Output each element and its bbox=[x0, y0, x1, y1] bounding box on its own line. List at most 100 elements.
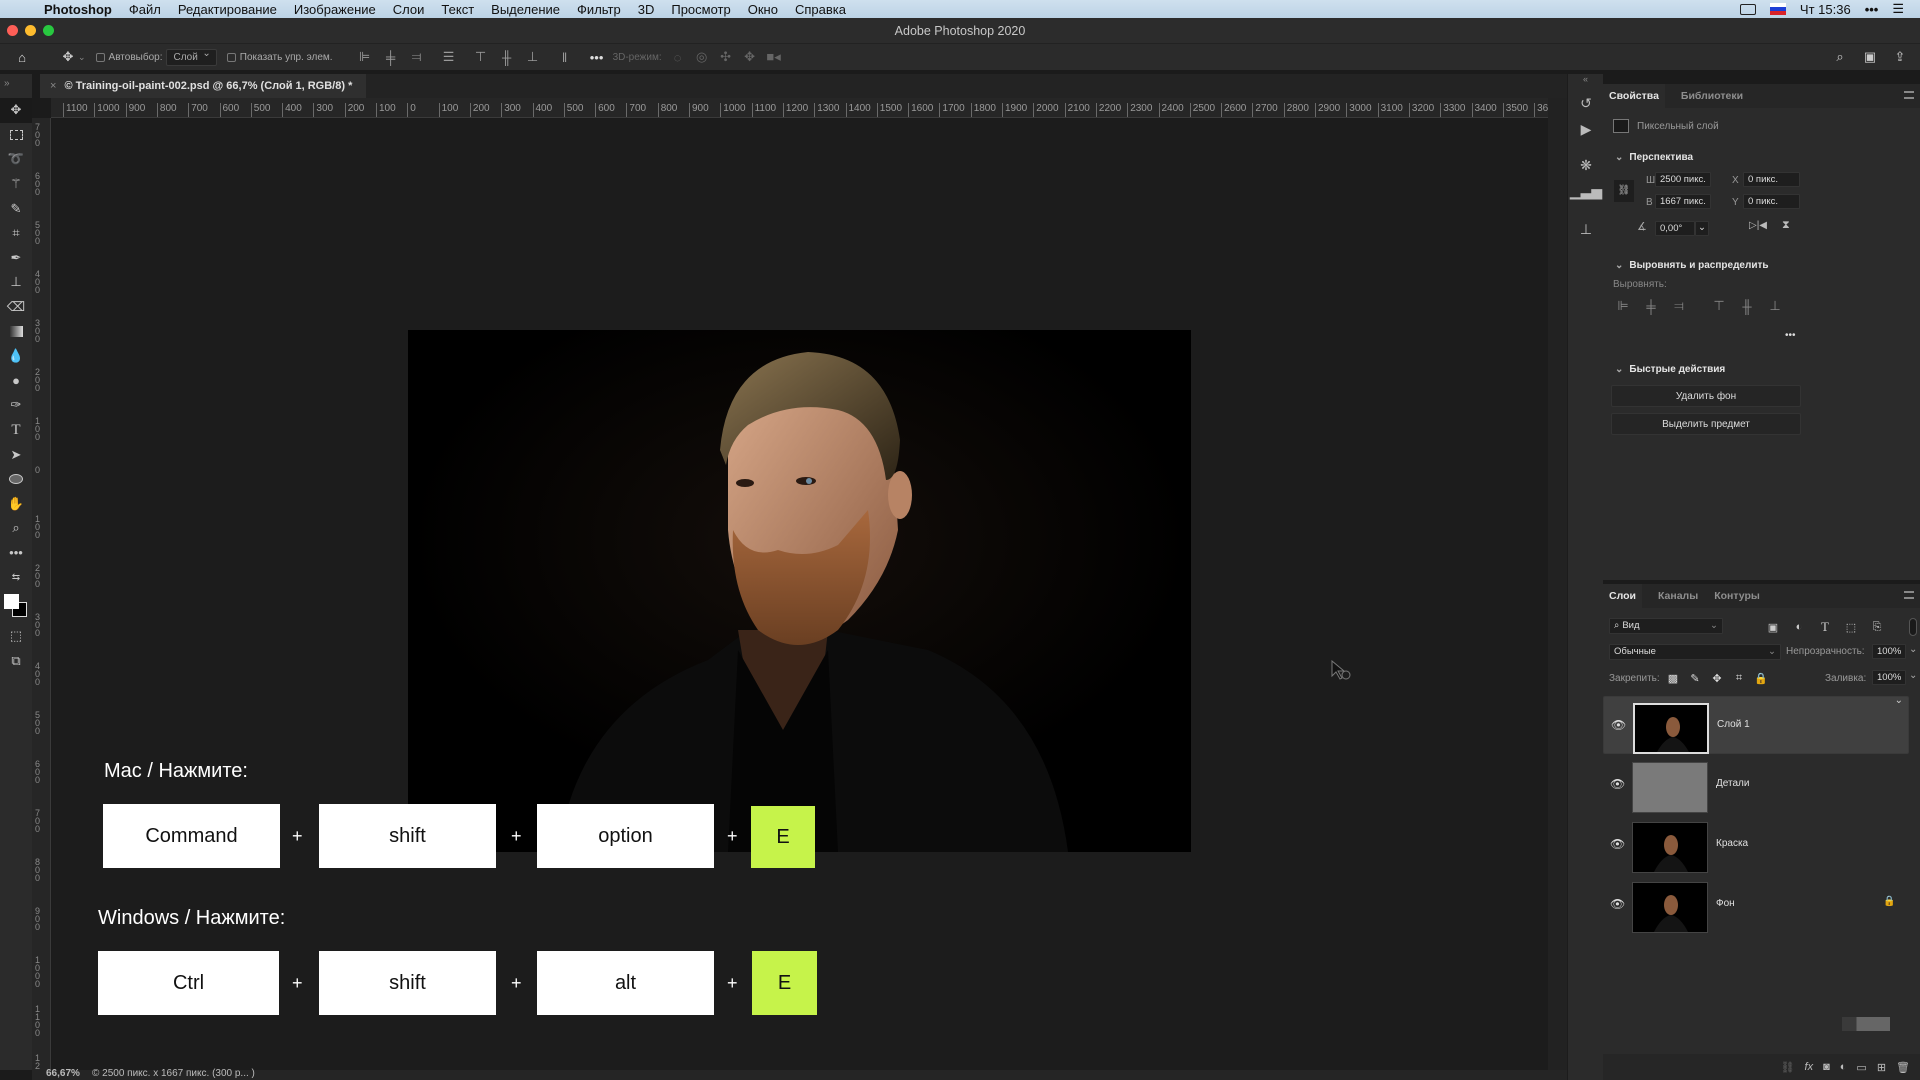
lock-all-icon[interactable]: 🔒 bbox=[1751, 668, 1771, 688]
type-tool-icon[interactable]: T bbox=[0, 418, 32, 443]
menu-edit[interactable]: Редактирование bbox=[178, 2, 277, 17]
menu-image[interactable]: Изображение bbox=[294, 2, 376, 17]
visibility-eye-icon[interactable]: 👁 bbox=[1610, 777, 1626, 793]
visibility-eye-icon[interactable]: 👁 bbox=[1610, 897, 1626, 913]
section-align[interactable]: ⌄ Выровнять и распределить bbox=[1615, 260, 1769, 271]
zoom-tool-icon[interactable]: ⌕ bbox=[0, 516, 32, 541]
align-left-icon[interactable]: ⊫ bbox=[355, 47, 375, 67]
menu-help[interactable]: Справка bbox=[795, 2, 846, 17]
align-right-icon[interactable]: ⫤ bbox=[1669, 296, 1689, 316]
menu-view[interactable]: Просмотр bbox=[671, 2, 730, 17]
ellipse-tool-icon[interactable] bbox=[0, 467, 32, 492]
layer-filter-dropdown[interactable]: ⌕ Вид ⌄ bbox=[1609, 618, 1723, 634]
adjustments-icon[interactable]: ❋ bbox=[1568, 152, 1604, 178]
menu-app-photoshop[interactable]: Photoshop bbox=[44, 2, 112, 17]
layer-row[interactable]: 👁 Фон 🔒 bbox=[1603, 876, 1909, 934]
link-layers-icon[interactable]: ⛓ bbox=[1781, 1061, 1795, 1074]
3d-camera-icon[interactable]: ■◂ bbox=[764, 47, 784, 67]
width-field[interactable]: 2500 пикс. bbox=[1655, 172, 1711, 187]
more-icon[interactable]: ••• bbox=[1865, 2, 1879, 17]
eraser-tool-icon[interactable]: ⌫ bbox=[0, 295, 32, 320]
layer-name[interactable]: Фон bbox=[1716, 898, 1735, 909]
new-adjustment-layer-icon[interactable]: ◐ bbox=[1840, 1061, 1847, 1073]
flip-vertical-icon[interactable]: ⧗ bbox=[1782, 219, 1790, 232]
move-tool-preset-icon[interactable]: ✥ bbox=[58, 47, 78, 67]
3d-slide-icon[interactable]: ✥ bbox=[740, 47, 760, 67]
crop-tool-icon[interactable]: ⌗ bbox=[0, 221, 32, 246]
hand-tool-icon[interactable]: ✋ bbox=[0, 492, 32, 517]
new-layer-icon[interactable]: ⊞ bbox=[1877, 1061, 1886, 1074]
align-vcenter-icon[interactable]: ╫ bbox=[1737, 296, 1757, 316]
more-align-options-icon[interactable]: ••• bbox=[1785, 330, 1796, 341]
3d-pan-icon[interactable]: ✣ bbox=[716, 47, 736, 67]
home-icon[interactable]: ⌂ bbox=[12, 47, 32, 67]
menubar-clock[interactable]: Чт 15:36 bbox=[1800, 2, 1851, 17]
more-options-icon[interactable]: ••• bbox=[587, 47, 607, 67]
share-icon[interactable]: ⇪ bbox=[1890, 47, 1910, 67]
distribute-horizontal-icon[interactable]: ‖ bbox=[555, 47, 575, 67]
eyedropper-tool-icon[interactable]: ✒ bbox=[0, 246, 32, 271]
align-bottom-icon[interactable]: ⊥ bbox=[523, 47, 543, 67]
auto-select-checkbox[interactable] bbox=[95, 52, 105, 62]
panel-menu-icon[interactable] bbox=[1904, 591, 1914, 599]
3d-roll-icon[interactable]: ◎ bbox=[692, 47, 712, 67]
align-bottom-icon[interactable]: ⊥ bbox=[1765, 296, 1785, 316]
menu-filter[interactable]: Фильтр bbox=[577, 2, 621, 17]
angle-field[interactable]: 0,00° bbox=[1655, 221, 1695, 236]
swap-colors-icon[interactable]: ⇆ bbox=[0, 565, 32, 590]
section-perspective[interactable]: ⌄ Перспектива bbox=[1615, 152, 1693, 163]
add-mask-icon[interactable]: ◙ bbox=[1823, 1061, 1830, 1073]
menu-window[interactable]: Окно bbox=[748, 2, 778, 17]
collapse-panels-icon[interactable]: « bbox=[1568, 74, 1603, 84]
angle-dropdown[interactable]: ⌄ bbox=[1695, 221, 1709, 236]
distribute-vertical-icon[interactable]: ☰ bbox=[439, 47, 459, 67]
brush-tool-icon[interactable]: ✎ bbox=[0, 196, 32, 221]
search-icon[interactable]: ⌕ bbox=[1830, 47, 1850, 67]
visibility-eye-icon[interactable]: 👁 bbox=[1610, 837, 1626, 853]
tab-libraries[interactable]: Библиотеки bbox=[1681, 90, 1743, 102]
filter-adjustment-icon[interactable]: ◐ bbox=[1789, 617, 1809, 637]
tab-layers[interactable]: Слои bbox=[1603, 584, 1642, 608]
menu-type[interactable]: Текст bbox=[441, 2, 474, 17]
tab-channels[interactable]: Каналы bbox=[1658, 590, 1698, 602]
filter-shape-icon[interactable]: ⬚ bbox=[1841, 617, 1861, 637]
histogram-icon[interactable]: ▁▃▅ bbox=[1568, 178, 1604, 204]
panel-menu-icon[interactable] bbox=[1904, 91, 1914, 99]
lock-artboard-icon[interactable]: ⌗ bbox=[1729, 668, 1749, 688]
delete-layer-icon[interactable]: 🗑 bbox=[1896, 1061, 1910, 1074]
close-tab-icon[interactable]: × bbox=[50, 80, 56, 92]
lock-position-icon[interactable]: ✥ bbox=[1707, 668, 1727, 688]
filter-type-icon[interactable]: T bbox=[1815, 617, 1835, 637]
layer-name[interactable]: Краска bbox=[1716, 838, 1748, 849]
menu-layer[interactable]: Слои bbox=[393, 2, 425, 17]
gradient-tool-icon[interactable] bbox=[0, 319, 32, 344]
opacity-field[interactable]: 100% bbox=[1872, 644, 1906, 659]
lasso-tool-icon[interactable]: ➰ bbox=[0, 147, 32, 172]
magic-wand-tool-icon[interactable]: ⚚ bbox=[0, 172, 32, 197]
layer-row[interactable]: 👁 Детали bbox=[1603, 756, 1909, 814]
layer-row[interactable]: 👁 Слой 1 bbox=[1603, 695, 1909, 754]
path-selection-tool-icon[interactable]: ➤ bbox=[0, 442, 32, 467]
zoom-level[interactable]: 66,67% bbox=[46, 1068, 80, 1079]
dodge-tool-icon[interactable]: ● bbox=[0, 369, 32, 394]
opacity-dropdown[interactable]: ⌄ bbox=[1909, 644, 1917, 655]
document-canvas[interactable] bbox=[408, 330, 1191, 852]
x-field[interactable]: 0 пикс. bbox=[1743, 172, 1800, 187]
height-field[interactable]: 1667 пикс. bbox=[1655, 194, 1711, 209]
flip-horizontal-icon[interactable]: ▷|◀ bbox=[1749, 220, 1767, 231]
menu-3d[interactable]: 3D bbox=[638, 2, 655, 17]
visibility-eye-icon[interactable]: 👁 bbox=[1611, 718, 1627, 734]
history-icon[interactable]: ↺ bbox=[1568, 90, 1604, 116]
auto-select-dropdown[interactable]: Слой bbox=[166, 48, 217, 66]
lock-image-icon[interactable]: ✎ bbox=[1685, 668, 1705, 688]
remove-background-button[interactable]: Удалить фон bbox=[1611, 385, 1801, 407]
foreground-color-swatch[interactable] bbox=[4, 593, 19, 609]
apple-menu-icon[interactable] bbox=[16, 1, 32, 17]
tab-paths[interactable]: Контуры bbox=[1714, 590, 1760, 602]
y-field[interactable]: 0 пикс. bbox=[1743, 194, 1800, 209]
3d-orbit-icon[interactable]: ◌ bbox=[668, 47, 688, 67]
layers-panel-resize-handle[interactable] bbox=[1842, 1017, 1890, 1031]
document-info[interactable]: © 2500 пикс. x 1667 пикс. (300 р... ) bbox=[92, 1068, 255, 1079]
notification-center-icon[interactable]: ☰ bbox=[1892, 1, 1904, 17]
tool-presets-icon[interactable]: ⊥ bbox=[1568, 216, 1604, 242]
